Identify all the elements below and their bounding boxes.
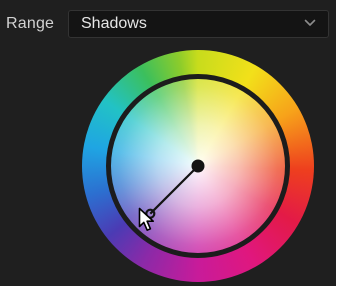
offset-line: [149, 165, 199, 215]
wheel-overlay: [145, 159, 205, 219]
wheel-center-dot: [191, 159, 205, 173]
range-label: Range: [6, 15, 55, 32]
range-selected-value: Shadows: [81, 15, 147, 32]
range-dropdown[interactable]: Shadows: [68, 10, 329, 38]
mouse-pointer-icon: [138, 207, 154, 231]
color-panel: Range Shadows: [0, 0, 336, 286]
color-wheel[interactable]: [82, 50, 314, 282]
chevron-down-icon: [304, 19, 316, 26]
